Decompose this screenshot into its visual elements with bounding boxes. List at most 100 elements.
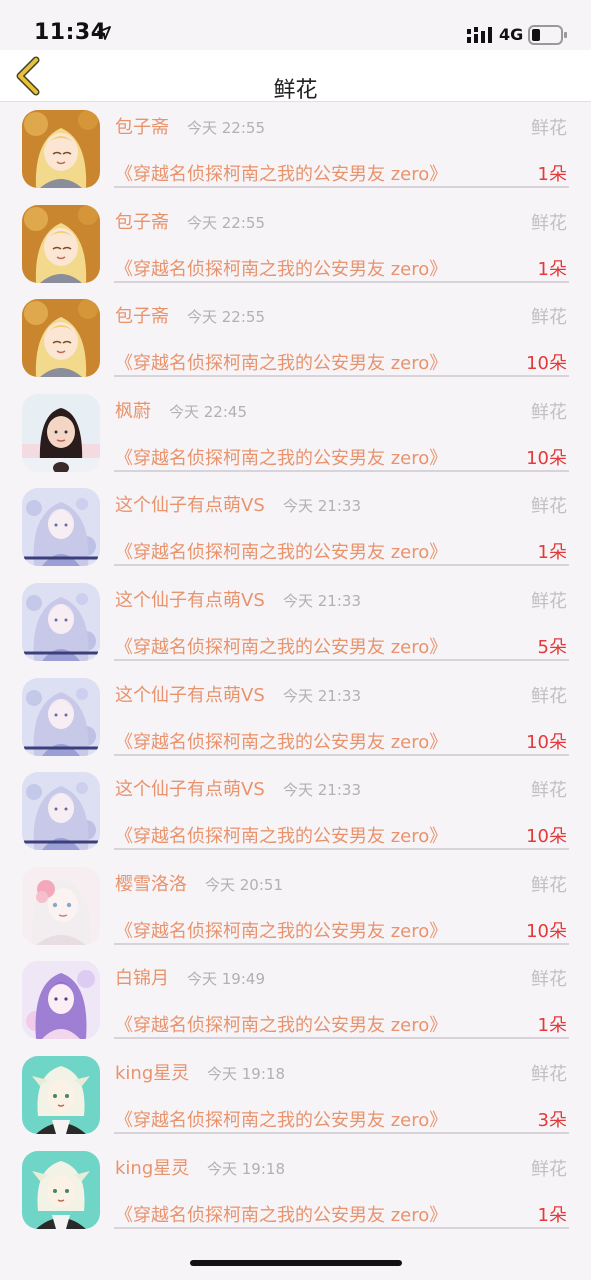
username[interactable]: 这个仙子有点萌VS [115,491,265,517]
row-divider [114,564,569,567]
row-divider [114,1131,569,1134]
row-divider [114,1226,569,1229]
gift-type-label: 鲜花 [531,590,567,612]
gift-type-label: 鲜花 [531,496,567,518]
book-title-link[interactable]: 《穿越名侦探柯南之我的公安男友 zero》 [115,917,447,943]
flower-quantity: 1朵 [537,164,567,185]
book-title-link[interactable]: 《穿越名侦探柯南之我的公安男友 zero》 [115,444,447,470]
row-divider [114,375,569,378]
gift-type-label: 鲜花 [531,874,567,896]
list-item[interactable]: 这个仙子有点萌VS 今天 21:33 鲜花《穿越名侦探柯南之我的公安男友 zero》… [0,582,591,678]
flower-quantity: 1朵 [537,1204,567,1226]
row-divider [114,848,569,851]
list-item[interactable]: 樱雪洛洛 今天 20:51 鲜花 《穿越名侦探柯南之我的公安男友 zero》 10朵 [0,866,591,962]
book-title-link[interactable]: 《穿越名侦探柯南之我的公安男友 zero》 [115,349,447,375]
row-divider [114,658,569,661]
timestamp: 今天 20:51 [205,875,283,894]
username[interactable]: 枫蔚 [115,397,151,423]
username[interactable]: king星灵 [115,1154,189,1180]
book-title-link[interactable]: 《穿越名侦探柯南之我的公安男友 zero》 [115,255,447,281]
flower-quantity: 10朵 [526,731,567,753]
username[interactable]: king星灵 [115,1059,189,1085]
username[interactable]: 白锦月 [115,964,169,990]
status-time: 11:34 [34,20,107,45]
username[interactable]: 这个仙子有点萌VS [115,775,265,801]
gift-type-label: 鲜花 [531,212,567,234]
username[interactable]: 这个仙子有点萌VS [115,681,265,707]
flower-quantity: 10朵 [526,353,567,375]
list-item[interactable]: 这个仙子有点萌VS 今天 21:33 鲜花《穿越名侦探柯南之我的公安男友 zero》… [0,677,591,773]
list-item[interactable]: 包子斋 今天 22:55 鲜花 《穿越名侦探柯南之我的公安男友 zero》 10朵 [0,299,591,394]
avatar[interactable] [22,299,100,378]
book-title-link[interactable]: 《穿越名侦探柯南之我的公安男友 zero》 [115,1106,447,1132]
gift-type-label: 鲜花 [531,685,567,707]
flower-quantity: 1朵 [537,542,567,564]
list-item[interactable]: 白锦月 今天 19:49 鲜花《穿越名侦探柯南之我的公安男友 zero》 1朵 [0,961,591,1056]
gift-type-label: 鲜花 [531,401,567,423]
row-divider [114,280,569,283]
username[interactable]: 包子斋 [115,113,169,139]
book-title-link[interactable]: 《穿越名侦探柯南之我的公安男友 zero》 [115,822,447,848]
timestamp: 今天 19:18 [207,1064,285,1083]
avatar[interactable] [22,204,100,283]
book-title-link[interactable]: 《穿越名侦探柯南之我的公安男友 zero》 [115,633,447,659]
gift-type-label: 鲜花 [531,1063,567,1085]
timestamp: 今天 21:33 [283,686,361,705]
page-title: 鲜花 [273,78,318,103]
list-item[interactable]: king星灵 今天 19:18 鲜花《穿越名侦探柯南之我的公安男友 zero》 3朵 [0,1055,591,1151]
list-item[interactable]: 包子斋 今天 22:55 鲜花《穿越名侦探柯南之我的公安男友 zero》 1朵 [0,110,591,205]
cellular-signal-icon [467,27,492,43]
avatar[interactable] [22,393,100,472]
flower-quantity: 10朵 [526,447,567,469]
flower-quantity: 3朵 [537,1109,567,1131]
row-divider [114,186,569,188]
list-item[interactable]: 这个仙子有点萌VS 今天 21:33 鲜花《穿越名侦探柯南之我的公安男友 zero》… [0,488,591,583]
timestamp: 今天 19:49 [187,970,265,989]
book-title-link[interactable]: 《穿越名侦探柯南之我的公安男友 zero》 [115,1011,447,1037]
avatar[interactable] [22,772,100,851]
username[interactable]: 包子斋 [115,208,169,234]
gift-type-label: 鲜花 [531,118,567,139]
username[interactable]: 樱雪洛洛 [115,870,187,896]
avatar[interactable] [22,582,100,661]
list-item[interactable]: 枫蔚 今天 22:45 鲜花《穿越名侦探柯南之我的公安男友 zero》 10朵 [0,393,591,489]
flower-quantity: 10朵 [526,826,567,848]
status-bar: 11:34 4G [0,0,591,50]
list-item[interactable]: king星灵 今天 19:18 鲜花 《穿越名侦探柯南之我的公安男友 zero》 1朵 [0,1150,591,1246]
book-title-link[interactable]: 《穿越名侦探柯南之我的公安男友 zero》 [115,1201,447,1227]
list-item[interactable]: 这个仙子有点萌VS 今天 21:33 鲜花《穿越名侦探柯南之我的公安男友 zero》… [0,772,591,867]
book-title-link[interactable]: 《穿越名侦探柯南之我的公安男友 zero》 [115,728,447,754]
avatar[interactable] [22,1055,100,1134]
avatar[interactable] [22,110,100,188]
avatar[interactable] [22,677,100,756]
timestamp: 今天 21:33 [283,781,361,800]
username[interactable]: 包子斋 [115,302,169,328]
gift-type-label: 鲜花 [531,780,567,802]
row-divider [114,753,569,756]
username[interactable]: 这个仙子有点萌VS [115,586,265,612]
book-title-link[interactable]: 《穿越名侦探柯南之我的公安男友 zero》 [115,538,447,564]
location-arrow-icon [97,26,111,40]
network-type: 4G [499,25,524,44]
list-item[interactable]: 包子斋 今天 22:55 鲜花《穿越名侦探柯南之我的公安男友 zero》 1朵 [0,204,591,300]
flower-quantity: 5朵 [537,636,567,658]
home-indicator[interactable] [190,1260,402,1266]
flower-quantity: 1朵 [537,258,567,280]
row-divider [114,469,569,472]
avatar[interactable] [22,488,100,567]
avatar[interactable] [22,961,100,1040]
timestamp: 今天 22:45 [169,402,247,421]
avatar[interactable] [22,866,100,945]
book-title-link[interactable]: 《穿越名侦探柯南之我的公安男友 zero》 [115,160,447,186]
gift-type-label: 鲜花 [531,969,567,991]
timestamp: 今天 22:55 [187,213,265,232]
flower-quantity: 1朵 [537,1015,567,1037]
timestamp: 今天 21:33 [283,591,361,610]
avatar[interactable] [22,1150,100,1229]
timestamp: 今天 22:55 [187,119,265,137]
row-divider [114,942,569,945]
gift-type-label: 鲜花 [531,307,567,329]
timestamp: 今天 19:18 [207,1159,285,1178]
battery-icon [528,25,567,45]
timestamp: 今天 21:33 [283,497,361,516]
